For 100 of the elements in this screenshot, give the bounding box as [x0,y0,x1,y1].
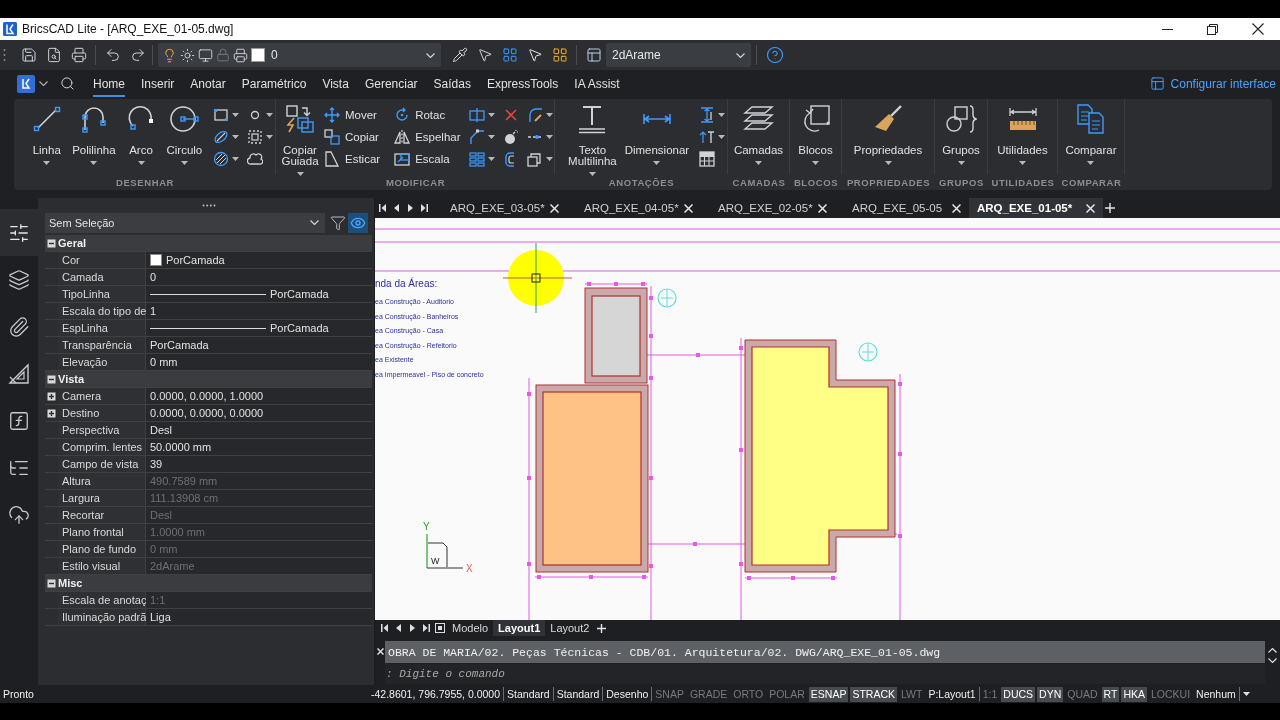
circle-button[interactable]: Circulo [161,103,207,165]
document-tab[interactable]: ARQ_EXE_02-05* [701,198,835,218]
property-value[interactable]: 0.0000, 0.0000, 0.0000 [146,405,372,421]
pipette-icon[interactable] [451,47,468,63]
close-icon[interactable] [684,203,693,213]
layers-button[interactable]: Camadas [728,103,789,165]
groups-button[interactable]: Grupos [937,103,985,165]
status-toggle[interactable]: QUAD [1065,686,1100,702]
file-search-icon[interactable] [45,47,62,63]
help-icon[interactable] [765,46,784,64]
status-field[interactable]: Standard [553,687,604,701]
scale-button[interactable]: Escala [392,148,463,170]
status-toggle[interactable]: GRADE [687,686,730,702]
selection-dropdown[interactable]: Sem Seleção [45,212,325,233]
layer-dropdown[interactable]: 0 [158,43,441,67]
property-value[interactable]: 1 [146,303,372,319]
expand-icon[interactable] [47,408,56,418]
status-field[interactable]: -42.8601, 796.7955, 0.0000 [368,687,505,701]
ribbon-tab[interactable]: Paramétrico [233,70,315,97]
grid-icon[interactable] [501,47,518,63]
property-category[interactable]: Vista [45,371,372,388]
layout-tab[interactable]: Layout2 [545,620,595,636]
dimension-button[interactable]: Dimensionar [620,103,693,165]
status-field[interactable]: Desenho [603,687,653,701]
status-field[interactable]: Standard [504,687,554,701]
move-button[interactable]: Mover [322,104,383,126]
pointer-icon[interactable] [476,47,493,63]
undo-icon[interactable] [104,47,121,63]
ribbon-tab[interactable]: IA Assist [566,70,628,97]
polyline-button[interactable]: Polilinha [67,103,121,165]
guided-copy-button[interactable]: Copiar Guiada [282,103,318,176]
mirror-button[interactable]: Espelhar [392,126,463,148]
status-toggle[interactable]: SNAP [653,686,686,702]
status-toggle[interactable]: HKA [1121,686,1147,702]
visual-style-dropdown[interactable]: 2dArame [606,43,751,67]
status-field[interactable]: Nenhum [1193,687,1240,701]
close-icon[interactable] [376,648,384,655]
property-value[interactable]: Desl [146,422,372,438]
copy-button[interactable]: Copiar [322,126,383,148]
chevron-down-icon[interactable] [39,81,48,86]
status-toggle[interactable]: RT [1101,686,1120,702]
arc-button[interactable]: Arco [120,103,162,165]
property-value[interactable]: 0.0000, 0.0000, 1.0000 [146,388,372,404]
document-tab[interactable]: ARQ_EXE_01-05* [969,198,1103,218]
search-icon[interactable] [60,76,75,91]
property-value-cell[interactable]: PorCamada [146,320,372,336]
ribbon-tab[interactable]: Gerenciar [356,70,426,97]
save-icon[interactable] [20,47,37,63]
rotate-button[interactable]: Rotac [392,104,463,126]
status-toggle[interactable]: ESNAP [808,686,849,702]
ribbon-tab[interactable]: ExpressTools [478,70,567,97]
filter-icon[interactable] [329,214,346,231]
properties-button[interactable]: Propriedades [848,103,928,165]
app-menu-button[interactable] [17,74,35,93]
close-icon[interactable] [550,203,559,213]
close-icon[interactable] [818,203,827,213]
ribbon-tab[interactable]: Inserir [133,70,183,97]
ribbon-tab[interactable]: Vista [314,70,357,97]
line-button[interactable]: Linha [26,103,68,165]
preview-toggle[interactable] [348,212,368,233]
status-toggle[interactable]: POLAR [767,686,807,702]
ribbon-tab[interactable]: Saídas [425,70,479,97]
property-category[interactable]: Misc [45,575,372,592]
status-toggle[interactable]: 1:1 [980,686,1000,702]
blocks-button[interactable]: Blocos [793,103,838,165]
close-icon[interactable] [1086,203,1095,213]
property-value[interactable]: 0 mm [146,354,372,370]
command-input[interactable]: : Digite o comando [385,664,1265,684]
customize-interface-link[interactable]: Configurar interface [1149,76,1276,91]
multiline-text-button[interactable]: Texto Multilinha [564,103,621,176]
status-toggle[interactable]: DUCS [1001,686,1036,702]
status-toggle[interactable]: STRACK [850,686,897,702]
property-value[interactable]: 39 [146,456,372,472]
ribbon-tab[interactable]: Anotar [182,70,234,97]
status-toggle[interactable]: DYN [1037,686,1064,702]
scroll-down-icon[interactable] [1268,658,1277,663]
redo-icon[interactable] [129,47,146,63]
property-category[interactable]: Geral [45,235,372,252]
document-tab[interactable]: ARQ_EXE_05-05 [835,198,969,218]
dock-tab[interactable] [0,209,38,256]
stretch-button[interactable]: Esticar [322,148,383,170]
layout-tab[interactable]: Layout1 [493,620,546,636]
panel-layout-icon[interactable] [585,47,602,63]
status-toggle[interactable]: LOCKUI [1149,686,1193,702]
property-value-cell[interactable]: PorCamada [146,286,372,302]
property-value[interactable]: PorCamada [146,337,372,353]
status-field[interactable]: P:Layout1 [925,687,980,701]
status-toggle[interactable]: ORTO [731,686,766,702]
close-icon[interactable] [952,203,961,213]
printer-icon[interactable] [70,47,87,63]
document-tab[interactable]: ARQ_EXE_03-05* [433,198,567,218]
property-value[interactable]: Liga [146,609,372,625]
document-tab[interactable]: ARQ_EXE_04-05* [567,198,701,218]
compare-button[interactable]: Comparar [1060,103,1122,165]
layout-tab[interactable]: Modelo [447,620,494,636]
property-value-cell[interactable]: PorCamada [146,252,372,268]
status-toggle[interactable]: LWT [899,686,925,702]
scroll-up-icon[interactable] [1268,648,1277,653]
grid-icon[interactable] [551,47,568,63]
property-value[interactable]: 0 [146,269,372,285]
